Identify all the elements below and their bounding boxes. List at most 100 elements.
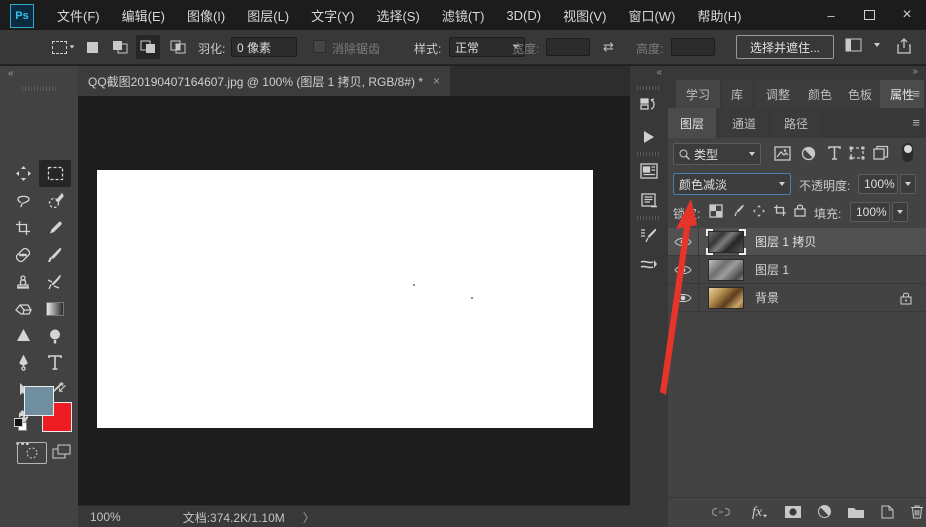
menu-image[interactable]: 图像(I)	[176, 6, 236, 25]
history-panel-button[interactable]	[635, 92, 663, 118]
menu-type[interactable]: 文字(Y)	[300, 6, 365, 25]
document-tab[interactable]: QQ截图20190407164607.jpg @ 100% (图层 1 拷贝, …	[78, 66, 451, 96]
new-selection-mode[interactable]	[80, 35, 104, 59]
tab-adjustments[interactable]: 调整	[756, 80, 800, 108]
status-chevron-icon[interactable]: 〉	[303, 509, 315, 526]
delete-layer-button[interactable]	[910, 504, 924, 522]
lock-pixels-button[interactable]	[732, 204, 745, 220]
tab-close-icon[interactable]: ×	[433, 74, 440, 88]
menu-filter[interactable]: 滤镜(T)	[431, 6, 496, 25]
close-button[interactable]: ×	[888, 0, 926, 30]
filter-type-layers-button[interactable]	[827, 146, 842, 160]
antialias-checkbox[interactable]	[313, 40, 326, 53]
layer-thumbnail[interactable]	[708, 258, 744, 281]
subtract-from-selection-mode[interactable]	[136, 35, 160, 59]
layer-thumbnail[interactable]	[706, 228, 746, 255]
gradient-tool[interactable]	[39, 295, 71, 322]
visibility-toggle[interactable]	[668, 228, 699, 255]
new-group-button[interactable]	[847, 505, 865, 522]
filter-adjustment-layers-button[interactable]	[801, 146, 816, 164]
new-adjustment-layer-button[interactable]	[817, 504, 832, 522]
lasso-tool[interactable]	[7, 187, 39, 214]
brush-settings-panel-button[interactable]	[635, 222, 663, 248]
eraser-tool[interactable]	[7, 295, 39, 322]
panel-menu-icon[interactable]: ≡	[912, 86, 920, 101]
visibility-toggle[interactable]	[668, 256, 699, 283]
menu-file[interactable]: 文件(F)	[46, 6, 111, 25]
minimize-button[interactable]: –	[812, 0, 850, 30]
filter-smart-objects-button[interactable]	[873, 145, 889, 164]
move-tool[interactable]	[7, 160, 39, 187]
menu-layer[interactable]: 图层(L)	[236, 6, 300, 25]
pen-tool[interactable]	[7, 349, 39, 376]
menu-3d[interactable]: 3D(D)	[495, 8, 552, 23]
canvas-area[interactable]	[78, 96, 630, 505]
dodge-tool[interactable]	[39, 322, 71, 349]
layer-style-button[interactable]: fx	[752, 505, 768, 521]
intersect-selection-mode[interactable]	[166, 35, 190, 59]
menu-view[interactable]: 视图(V)	[552, 6, 617, 25]
chevron-down-icon[interactable]	[874, 43, 880, 47]
fill-input[interactable]: 100%	[850, 202, 890, 222]
actions-panel-button[interactable]	[635, 124, 663, 150]
feather-input[interactable]: 0 像素	[231, 37, 297, 57]
eyedropper-tool[interactable]	[39, 214, 71, 241]
toolbar-grip[interactable]	[22, 86, 56, 91]
tab-paths[interactable]: 路径	[772, 108, 820, 138]
workspace-panel-icon[interactable]	[845, 38, 862, 52]
visibility-toggle[interactable]	[668, 284, 699, 311]
quick-mask-button[interactable]	[17, 442, 47, 464]
menu-edit[interactable]: 编辑(E)	[111, 6, 176, 25]
layers-panel-menu-icon[interactable]: ≡	[912, 115, 920, 130]
tool-preset-picker[interactable]	[50, 34, 76, 60]
menu-select[interactable]: 选择(S)	[365, 6, 430, 25]
tab-libraries[interactable]: 库	[722, 80, 752, 108]
spot-healing-brush-tool[interactable]	[7, 241, 39, 268]
layer-row-1[interactable]: 图层 1	[668, 256, 926, 284]
link-layers-button[interactable]	[711, 506, 731, 520]
brush-tool[interactable]	[39, 241, 71, 268]
history-brush-tool[interactable]	[39, 268, 71, 295]
layer-thumbnail[interactable]	[708, 286, 744, 309]
layer-row-copy[interactable]: 图层 1 拷贝	[668, 228, 926, 256]
layer-name[interactable]: 图层 1 拷贝	[755, 233, 816, 250]
tab-channels[interactable]: 通道	[720, 108, 768, 138]
type-tool[interactable]	[39, 349, 71, 376]
share-button[interactable]	[896, 37, 912, 58]
new-layer-button[interactable]	[880, 504, 895, 522]
add-layer-mask-button[interactable]	[784, 505, 802, 522]
layer-name[interactable]: 背景	[755, 289, 779, 306]
image-canvas[interactable]	[97, 170, 593, 428]
lock-position-button[interactable]	[752, 204, 766, 221]
menu-window[interactable]: 窗口(W)	[617, 6, 686, 25]
select-and-mask-button[interactable]: 选择并遮住...	[736, 35, 834, 59]
opacity-input[interactable]: 100%	[858, 174, 898, 194]
swap-dimensions-icon[interactable]: ⇄	[603, 39, 614, 55]
clone-stamp-tool[interactable]	[7, 268, 39, 295]
blend-mode-dropdown[interactable]: 颜色减淡	[673, 173, 791, 195]
tab-color[interactable]: 颜色	[800, 80, 840, 108]
layer-filtering-toggle[interactable]	[902, 143, 913, 162]
collapse-panels-icon[interactable]: »	[912, 66, 918, 77]
foreground-color-swatch[interactable]	[24, 386, 54, 416]
height-input[interactable]	[671, 38, 715, 56]
character-panel-button[interactable]	[635, 158, 663, 184]
width-input[interactable]	[546, 38, 590, 56]
lock-transparency-button[interactable]	[709, 204, 723, 221]
fill-scrubber[interactable]	[892, 202, 908, 222]
quick-selection-tool[interactable]	[39, 187, 71, 214]
layer-name[interactable]: 图层 1	[755, 261, 789, 278]
layer-row-background[interactable]: 背景	[668, 284, 926, 312]
paragraph-panel-button[interactable]	[635, 188, 663, 214]
crop-tool[interactable]	[7, 214, 39, 241]
maximize-button[interactable]	[850, 0, 888, 30]
blur-tool[interactable]	[7, 322, 39, 349]
lock-all-button[interactable]	[794, 203, 806, 220]
expand-dock-icon[interactable]: «	[656, 67, 662, 78]
rectangular-marquee-tool[interactable]	[39, 160, 71, 187]
menu-help[interactable]: 帮助(H)	[686, 6, 752, 25]
tab-swatches[interactable]: 色板	[840, 80, 880, 108]
add-to-selection-mode[interactable]	[108, 35, 132, 59]
collapse-toolbar-icon[interactable]: «	[8, 68, 14, 79]
filter-pixel-layers-button[interactable]	[774, 146, 791, 164]
